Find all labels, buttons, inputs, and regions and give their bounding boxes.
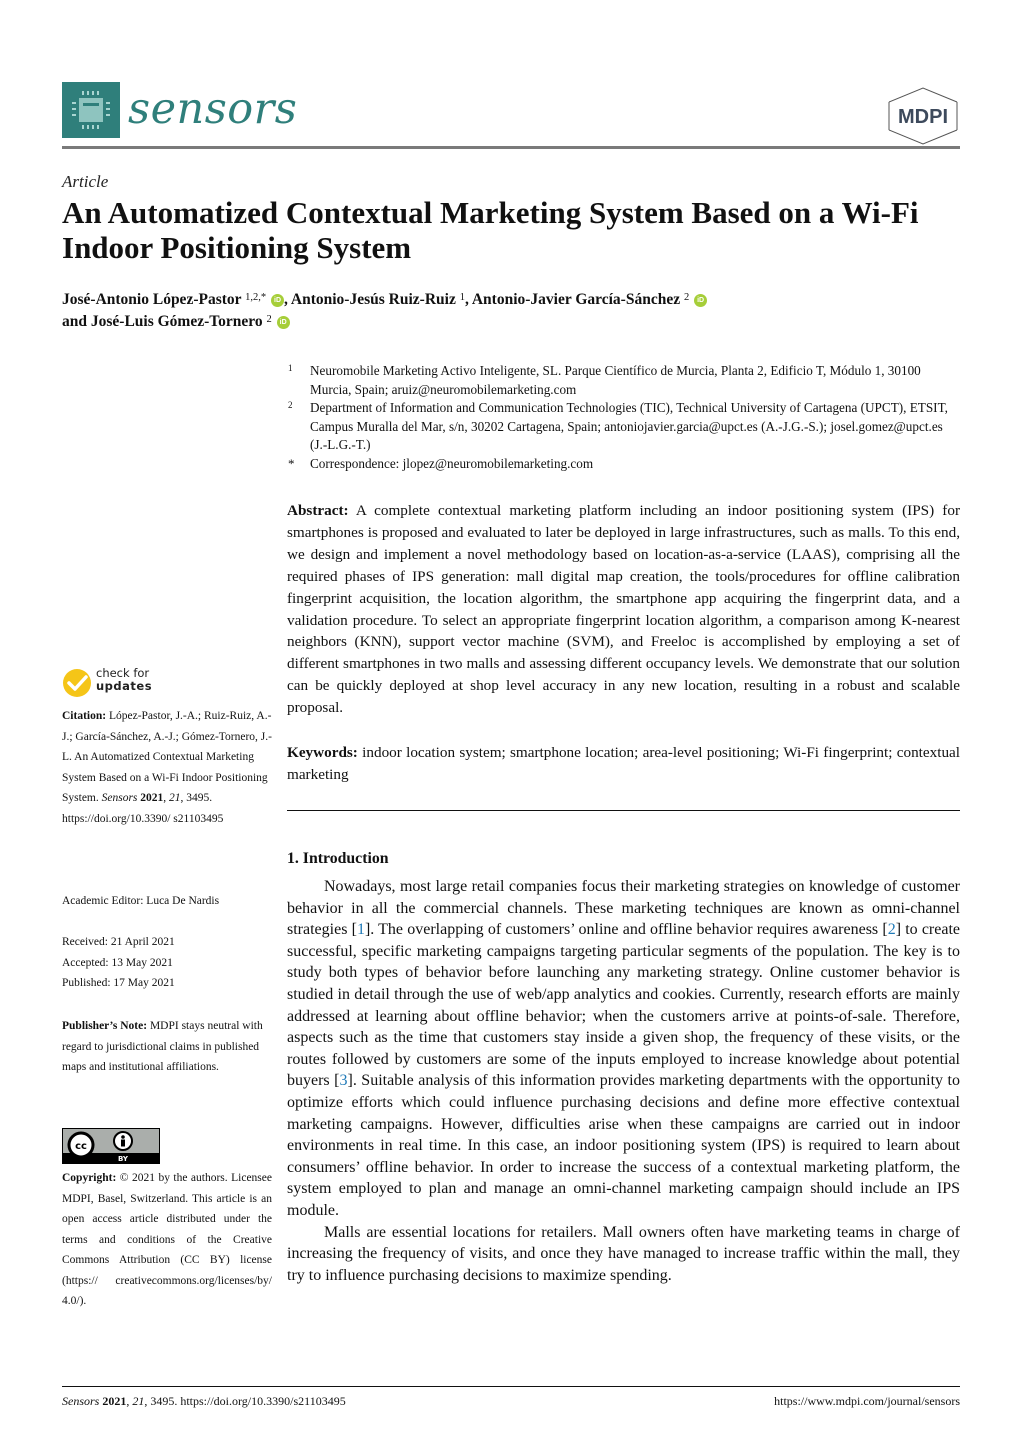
publication-dates: Received: 21 April 2021 Accepted: 13 May… bbox=[62, 932, 272, 994]
affiliation-item: 1 Neuromobile Marketing Activo Inteligen… bbox=[288, 362, 960, 399]
orcid-icon[interactable]: iD bbox=[271, 293, 284, 307]
citation-journal: Sensors bbox=[101, 792, 138, 804]
citation-text: López-Pastor, J.-A.; Ruiz-Ruiz, A.-J.; G… bbox=[62, 710, 272, 804]
svg-text:cc: cc bbox=[75, 1141, 87, 1152]
mdpi-text: MDPI bbox=[898, 106, 948, 128]
reference-link[interactable]: 1 bbox=[357, 921, 365, 938]
check-updates-link[interactable]: check for updates bbox=[96, 667, 152, 693]
publishers-note: Publisher’s Note: MDPI stays neutral wit… bbox=[62, 1016, 272, 1078]
correspondence-text: Correspondence: jlopez@neuromobilemarket… bbox=[310, 455, 594, 471]
paragraph: Malls are essential locations for retail… bbox=[287, 1223, 960, 1284]
published-date: Published: 17 May 2021 bbox=[62, 977, 175, 989]
affiliation-marker: 1 bbox=[459, 292, 465, 303]
affiliation-number: 1 bbox=[288, 363, 293, 373]
cc-by-license-badge[interactable]: cc BY bbox=[62, 1128, 160, 1164]
keywords-text: indoor location system; smartphone locat… bbox=[287, 744, 960, 783]
footer-citation: Sensors 2021, 21, 3495. https://doi.org/… bbox=[62, 1394, 346, 1408]
article-type: Article bbox=[62, 172, 109, 191]
paragraph: Nowadays, most large retail companies fo… bbox=[287, 878, 961, 1219]
copyright-label: Copyright: bbox=[62, 1172, 117, 1184]
section-heading: 1. Introduction bbox=[287, 850, 389, 867]
mdpi-logo-icon[interactable]: MDPI bbox=[885, 86, 961, 146]
affiliation-marker: 2 bbox=[683, 292, 690, 303]
correspondence: * Correspondence: jlopez@neuromobilemark… bbox=[288, 455, 960, 474]
abstract: Abstract: A complete contextual marketin… bbox=[287, 500, 960, 719]
copyright-text: © 2021 by the authors. Licensee MDPI, Ba… bbox=[62, 1172, 272, 1307]
affiliation-text: Department of Information and Communicat… bbox=[310, 400, 948, 452]
citation-label: Citation: bbox=[62, 710, 107, 722]
abstract-label: Abstract: bbox=[287, 502, 349, 519]
article-title: An Automatized Contextual Marketing Syst… bbox=[62, 195, 919, 265]
affiliations: 1 Neuromobile Marketing Activo Inteligen… bbox=[288, 362, 960, 473]
keywords: Keywords: indoor location system; smartp… bbox=[287, 742, 960, 786]
cc-by-icon: cc BY bbox=[63, 1131, 159, 1163]
header-divider bbox=[62, 146, 960, 149]
affiliation-marker: 2 bbox=[266, 314, 272, 325]
accepted-date: Accepted: 13 May 2021 bbox=[62, 956, 173, 969]
citation-year: 2021 bbox=[140, 792, 164, 804]
author[interactable]: Antonio-Javier García-Sánchez bbox=[472, 291, 680, 308]
author-list: José-Antonio López-Pastor 1,2,* iD, Anto… bbox=[62, 289, 962, 333]
affiliation-text: Neuromobile Marketing Activo Inteligente… bbox=[310, 363, 921, 397]
orcid-icon[interactable]: iD bbox=[694, 293, 708, 307]
citation-volume: 21 bbox=[169, 792, 181, 804]
reference-link[interactable]: 2 bbox=[888, 921, 896, 938]
footer-volume: 21 bbox=[132, 1394, 145, 1408]
footer-journal-url[interactable]: https://www.mdpi.com/journal/sensors bbox=[774, 1394, 960, 1409]
abstract-text: A complete contextual marketing platform… bbox=[287, 502, 960, 717]
author[interactable]: José-Antonio López-Pastor bbox=[62, 291, 241, 308]
footer-year: 2021 bbox=[102, 1394, 127, 1408]
footer-divider bbox=[62, 1386, 960, 1387]
received-date: Received: 21 April 2021 bbox=[62, 936, 175, 948]
affiliation-marker: 1,2,* bbox=[245, 292, 267, 303]
citation: Citation: López-Pastor, J.-A.; Ruiz-Ruiz… bbox=[62, 710, 272, 825]
svg-text:BY: BY bbox=[118, 1155, 129, 1163]
orcid-icon[interactable]: iD bbox=[276, 315, 290, 329]
affiliation-number: 2 bbox=[288, 400, 293, 410]
journal-name[interactable]: sensors bbox=[128, 84, 297, 134]
author[interactable]: and José-Luis Gómez-Tornero bbox=[62, 313, 263, 330]
abstract-divider bbox=[287, 810, 960, 811]
copyright: Copyright: © 2021 by the authors. Licens… bbox=[62, 1168, 272, 1312]
chip-icon bbox=[79, 98, 103, 122]
keywords-label: Keywords: bbox=[287, 744, 358, 761]
affiliation-item: 2 Department of Information and Communic… bbox=[288, 399, 960, 455]
academic-editor: Academic Editor: Luca De Nardis bbox=[62, 895, 220, 907]
footer-doi-link[interactable]: , 3495. https://doi.org/10.3390/s2110349… bbox=[144, 1394, 345, 1408]
journal-logo-icon[interactable] bbox=[62, 82, 120, 138]
check-updates-icon[interactable] bbox=[62, 668, 92, 698]
footer-journal: Sensors bbox=[62, 1394, 100, 1408]
publishers-note-label: Publisher’s Note: bbox=[62, 1020, 148, 1032]
introduction-body: Nowadays, most large retail companies fo… bbox=[287, 876, 960, 1286]
author[interactable]: Antonio-Jesús Ruiz-Ruiz bbox=[291, 291, 456, 308]
correspondence-marker: * bbox=[288, 455, 295, 471]
